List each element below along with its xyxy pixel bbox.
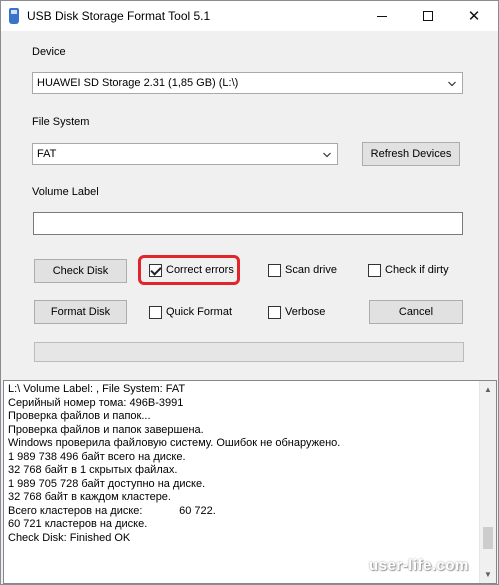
log-line: Check Disk: Finished OK — [8, 531, 131, 544]
scan-drive-checkbox[interactable]: Scan drive — [268, 262, 337, 278]
file-system-dropdown[interactable]: FAT — [32, 143, 338, 165]
verbose-label: Verbose — [285, 306, 326, 318]
log-line: Windows проверила файловую систему. Ошиб… — [8, 437, 341, 449]
close-button[interactable]: ✕ — [451, 1, 497, 31]
format-disk-button[interactable]: Format Disk — [34, 300, 127, 324]
volume-label-label: Volume Label — [32, 186, 99, 198]
file-system-label: File System — [32, 116, 90, 128]
minimize-icon — [377, 15, 387, 17]
minimize-button[interactable] — [359, 1, 405, 31]
log-lines: L:\ Volume Label: , File System: FAT Сери… — [8, 383, 478, 545]
check-disk-button[interactable]: Check Disk — [34, 259, 127, 283]
log-line: 32 768 байт в 1 скрытых файлах. — [8, 464, 178, 476]
log-output[interactable]: L:\ Volume Label: , File System: FAT Сери… — [3, 380, 497, 584]
check-if-dirty-label: Check if dirty — [385, 264, 449, 276]
chevron-down-icon — [448, 81, 456, 87]
log-scrollbar[interactable]: ▲ ▼ — [479, 381, 496, 583]
device-selected-value: HUAWEI SD Storage 2.31 (1,85 GB) (L:\) — [37, 77, 239, 89]
correct-errors-label: Correct errors — [166, 264, 234, 276]
maximize-button[interactable] — [405, 1, 451, 31]
maximize-icon — [423, 11, 433, 21]
quick-format-checkbox[interactable]: Quick Format — [149, 304, 232, 320]
scroll-up-arrow-icon[interactable]: ▲ — [480, 381, 496, 398]
verbose-box — [268, 305, 281, 319]
app-window: USB Disk Storage Format Tool 5.1 ✕ Devic… — [0, 0, 499, 585]
log-line: 60 721 кластеров на диске. — [8, 518, 148, 530]
scroll-thumb[interactable] — [483, 527, 493, 549]
correct-errors-box — [149, 263, 162, 277]
check-if-dirty-box — [368, 263, 381, 277]
log-line: Серийный номер тома: 496B-3991 — [8, 396, 184, 409]
title-bar[interactable]: USB Disk Storage Format Tool 5.1 ✕ — [1, 1, 498, 31]
log-line: Проверка файлов и папок завершена. — [8, 423, 204, 436]
scan-drive-label: Scan drive — [285, 264, 337, 276]
close-icon: ✕ — [467, 7, 481, 25]
refresh-devices-button[interactable]: Refresh Devices — [362, 142, 460, 166]
progress-bar — [34, 342, 464, 362]
volume-label-input[interactable] — [33, 212, 463, 235]
usb-drive-icon — [9, 8, 19, 24]
device-dropdown[interactable]: HUAWEI SD Storage 2.31 (1,85 GB) (L:\) — [32, 72, 463, 94]
device-label: Device — [32, 46, 66, 58]
window-title: USB Disk Storage Format Tool 5.1 — [27, 9, 211, 23]
check-if-dirty-checkbox[interactable]: Check if dirty — [368, 262, 449, 278]
verbose-checkbox[interactable]: Verbose — [268, 304, 325, 320]
cancel-button[interactable]: Cancel — [369, 300, 463, 324]
log-line: 1 989 705 728 байт доступно на диске. — [8, 477, 206, 490]
log-line: Проверка файлов и папок... — [8, 410, 151, 422]
log-line: 32 768 байт в каждом кластере. — [8, 491, 171, 503]
quick-format-box — [149, 305, 162, 319]
quick-format-label: Quick Format — [166, 306, 233, 318]
chevron-down-icon — [323, 152, 331, 158]
watermark: user-life.com — [369, 557, 469, 574]
log-line: 1 989 738 496 байт всего на диске. — [8, 450, 186, 463]
file-system-selected-value: FAT — [37, 148, 57, 160]
log-line: Всего кластеров на диске: 60 722. — [8, 504, 216, 517]
scan-drive-box — [268, 263, 281, 277]
correct-errors-checkbox[interactable]: Correct errors — [149, 262, 234, 278]
scroll-down-arrow-icon[interactable]: ▼ — [480, 566, 496, 583]
log-line: L:\ Volume Label: , File System: FAT — [8, 383, 186, 395]
